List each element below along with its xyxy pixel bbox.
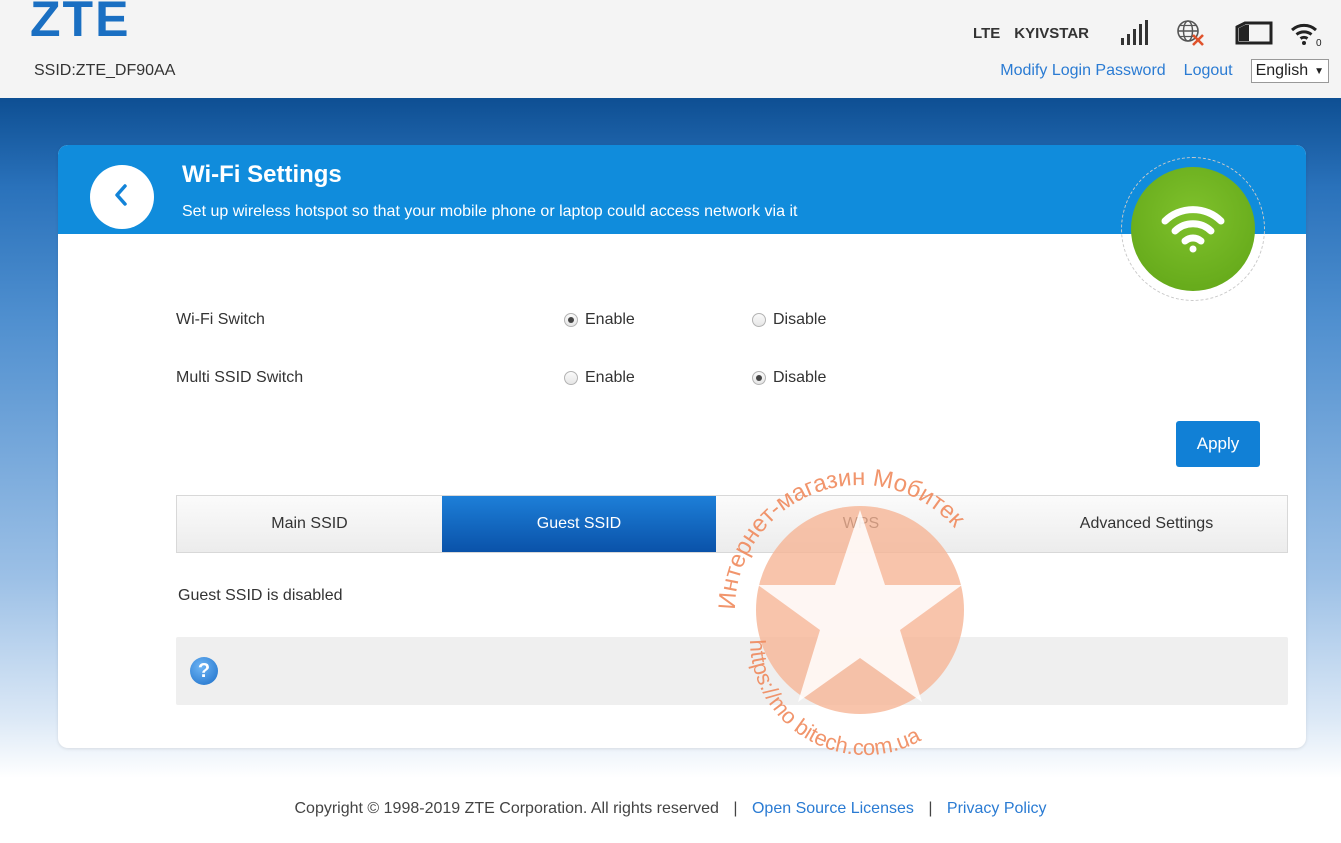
multi-ssid-switch-row: Multi SSID Switch Enable Disable: [176, 366, 1276, 390]
radio-dot-selected: [564, 313, 578, 327]
footer: Copyright © 1998-2019 ZTE Corporation. A…: [0, 800, 1341, 818]
page-title: Wi-Fi Settings: [182, 161, 342, 188]
wifi-switch-label: Wi-Fi Switch: [176, 311, 265, 328]
wifi-settings-card: Wi-Fi Settings Set up wireless hotspot s…: [58, 145, 1306, 748]
wifi-status-icon: 0: [1289, 19, 1323, 47]
footer-separator: |: [733, 800, 738, 817]
modify-login-password-link[interactable]: Modify Login Password: [1000, 62, 1165, 80]
guest-ssid-status: Guest SSID is disabled: [178, 587, 343, 604]
language-value: English: [1255, 62, 1309, 79]
wifi-badge: [1121, 157, 1265, 301]
ssid-tabs: Main SSID Guest SSID WPS Advanced Settin…: [176, 495, 1288, 553]
page-subtitle: Set up wireless hotspot so that your mob…: [182, 203, 798, 220]
tab-wps[interactable]: WPS: [716, 496, 1006, 552]
logout-link[interactable]: Logout: [1184, 62, 1233, 80]
back-chevron-icon: [112, 183, 132, 212]
tab-advanced-settings[interactable]: Advanced Settings: [1006, 496, 1287, 552]
help-panel: ?: [176, 637, 1288, 705]
operator-name: KYIVSTAR: [1014, 24, 1089, 42]
help-icon[interactable]: ?: [190, 657, 218, 685]
multi-ssid-enable-label: Enable: [585, 369, 635, 386]
chevron-down-icon: ▼: [1314, 65, 1324, 77]
globe-disconnected-icon: [1175, 18, 1207, 48]
tab-guest-ssid[interactable]: Guest SSID: [442, 496, 716, 552]
radio-dot: [564, 371, 578, 385]
battery-icon: [1235, 21, 1275, 45]
ssid-label: SSID:ZTE_DF90AA: [34, 62, 176, 79]
copyright-text: Copyright © 1998-2019 ZTE Corporation. A…: [294, 800, 719, 817]
open-source-licenses-link[interactable]: Open Source Licenses: [752, 800, 914, 817]
language-select[interactable]: English ▼: [1250, 59, 1329, 83]
multi-ssid-disable-label: Disable: [773, 369, 827, 386]
signal-bars-icon: [1119, 19, 1149, 47]
footer-separator: |: [928, 800, 933, 817]
wifi-switch-enable-radio[interactable]: Enable: [564, 311, 635, 329]
status-bar: LTE KYIVSTAR 0: [973, 15, 1323, 51]
radio-dot: [752, 313, 766, 327]
privacy-policy-link[interactable]: Privacy Policy: [947, 800, 1047, 817]
multi-ssid-switch-label: Multi SSID Switch: [176, 369, 304, 386]
radio-dot-selected: [752, 371, 766, 385]
wifi-badge-circle: [1131, 167, 1255, 291]
wifi-switch-enable-label: Enable: [585, 311, 635, 328]
svg-text:0: 0: [1316, 38, 1322, 47]
top-header: ZTE SSID:ZTE_DF90AA LTE KYIVSTAR 0 Modif…: [0, 0, 1341, 98]
back-button[interactable]: [90, 165, 154, 229]
zte-logo: ZTE: [30, 0, 131, 47]
network-type: LTE: [973, 24, 1001, 42]
wifi-switch-row: Wi-Fi Switch Enable Disable: [176, 308, 1276, 332]
multi-ssid-disable-radio[interactable]: Disable: [752, 369, 826, 387]
multi-ssid-enable-radio[interactable]: Enable: [564, 369, 635, 387]
wifi-switch-disable-label: Disable: [773, 311, 827, 328]
apply-button[interactable]: Apply: [1176, 421, 1260, 467]
tab-main-ssid[interactable]: Main SSID: [177, 496, 442, 552]
wifi-switch-disable-radio[interactable]: Disable: [752, 311, 826, 329]
header-links: Modify Login Password Logout English ▼: [1000, 58, 1329, 84]
card-header: Wi-Fi Settings Set up wireless hotspot s…: [58, 145, 1306, 234]
wifi-icon: [1161, 201, 1225, 258]
